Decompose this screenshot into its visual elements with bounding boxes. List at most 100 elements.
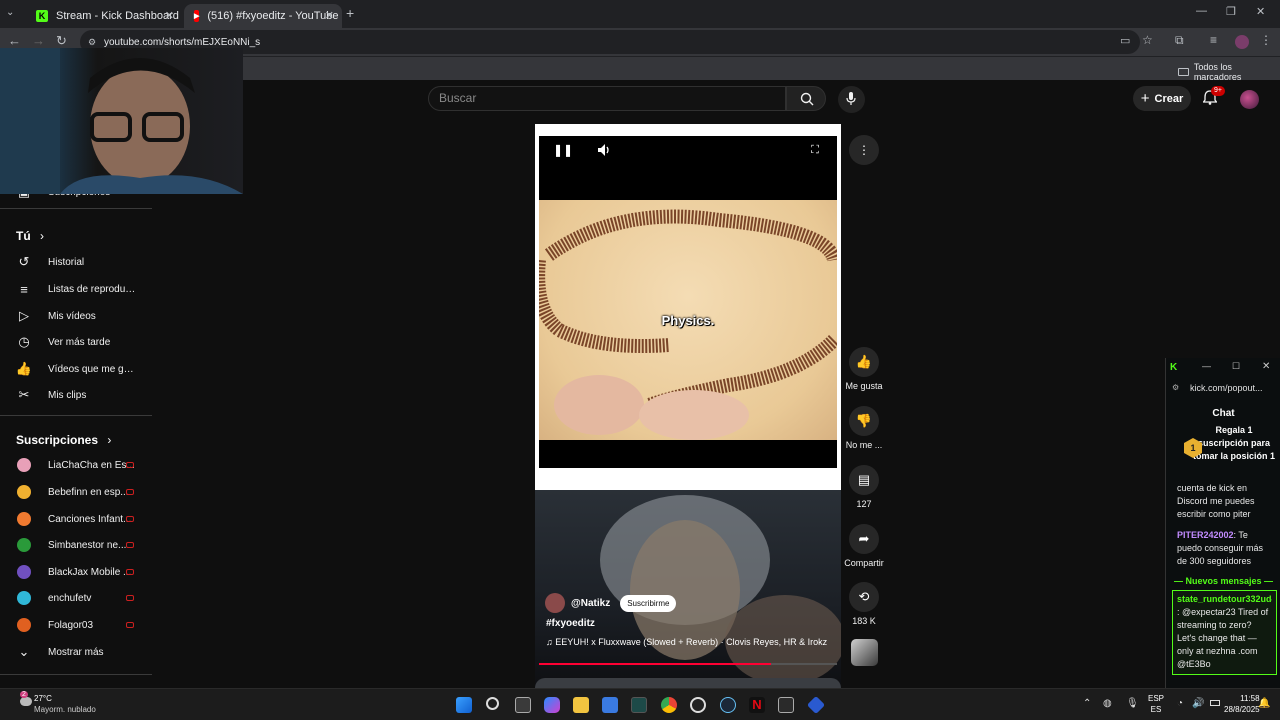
dislike-button[interactable]: 👎 No me ... [844, 406, 884, 450]
forward-icon[interactable]: → [32, 33, 45, 48]
sidebar-item-watch-later[interactable]: ◷ Ver más tarde [0, 329, 152, 355]
share-button[interactable]: ➦ Compartir [844, 524, 884, 568]
store-icon[interactable] [602, 697, 618, 713]
popup-close-icon[interactable]: ✕ [1262, 361, 1270, 372]
chat-username[interactable]: state_rundetour332ud4 [1177, 593, 1272, 606]
file-explorer-icon[interactable] [573, 697, 589, 713]
subscription-item[interactable]: Folagor03 [0, 612, 152, 638]
tray-microphone-icon[interactable]: 🎙 [1126, 698, 1139, 709]
playlist-icon: ≡ [20, 281, 28, 297]
popup-minimize-icon[interactable]: — [1202, 361, 1211, 371]
volume-icon[interactable]: 🔊 [1192, 698, 1204, 709]
steam-icon[interactable] [720, 697, 736, 713]
create-button[interactable]: + Crear [1133, 86, 1191, 111]
pause-button[interactable]: ❚❚ [551, 138, 575, 162]
task-view-icon[interactable] [515, 697, 531, 713]
hashtag[interactable]: #fxyoeditz [546, 618, 595, 629]
sidebar-item-liked-videos[interactable]: 👍 Vídeos que me gus... [0, 356, 152, 382]
comments-button[interactable]: ▤ 127 [844, 465, 884, 509]
close-tab-icon[interactable]: ✕ [325, 9, 334, 22]
fullscreen-button[interactable]: ⛶ [803, 138, 827, 162]
obs-icon[interactable] [690, 697, 706, 713]
cast-icon[interactable]: ▭ [1120, 34, 1130, 47]
remix-count: 183 K [852, 616, 876, 626]
new-messages-divider[interactable]: — Nuevos mensajes — [1166, 576, 1280, 586]
next-short-preview[interactable]: @Natikz Suscribirme #fxyoeditz ♫ EEYUH! … [535, 490, 841, 688]
media-controls-icon[interactable]: ≡ [1210, 33, 1217, 47]
notification-bell-icon[interactable]: 🔔 [1258, 698, 1270, 709]
subscription-item[interactable]: BlackJax Mobile ... [0, 559, 152, 585]
site-info-icon[interactable]: ⚙ [88, 37, 96, 48]
progress-track[interactable] [539, 663, 837, 665]
search-icon[interactable] [486, 697, 499, 710]
section-you[interactable]: Tú › [16, 229, 44, 243]
kick-chat-popup[interactable]: K — ☐ ✕ ⚙ kick.com/popout... Chat Regala… [1165, 358, 1280, 688]
chat-username[interactable]: PITER242002 [1177, 530, 1234, 540]
netflix-icon[interactable]: N [749, 697, 765, 713]
back-icon[interactable]: ← [8, 33, 21, 48]
sound-thumbnail[interactable] [851, 639, 878, 666]
app-icon[interactable] [806, 695, 826, 715]
tab-search-icon[interactable]: ⌄ [6, 7, 14, 18]
tab-youtube[interactable]: ▶ (516) #fxyoeditz - YouTube 🔊 ✕ [184, 4, 342, 28]
start-windows-icon[interactable] [456, 697, 472, 713]
notifications-button[interactable]: 9+ [1202, 86, 1225, 108]
like-button[interactable]: 👍 Me gusta [844, 347, 884, 391]
sidebar-item-playlists[interactable]: ≡ Listas de reproducc... [0, 276, 152, 302]
tab-title: (516) #fxyoeditz - YouTube [207, 10, 339, 22]
following-short-edge [535, 678, 841, 688]
close-tab-icon[interactable]: ✕ [165, 9, 174, 22]
more-options-button[interactable]: ⋮ [849, 135, 879, 165]
sidebar-item-my-videos[interactable]: ▷ Mis vídeos [0, 303, 152, 329]
search-button[interactable] [786, 86, 826, 111]
tab-title: Stream - Kick Dashboard [56, 10, 179, 22]
profile-avatar[interactable] [1235, 35, 1249, 49]
tray-overflow-icon[interactable]: ⌃ [1083, 698, 1091, 709]
short-player[interactable]: Physics. ❚❚ ⛶ [535, 124, 841, 490]
subscription-item[interactable]: LiaChaCha en Es... [0, 452, 152, 478]
sidebar-item-clips[interactable]: ✂ Mis clips [0, 382, 152, 408]
tray-network-activity-icon[interactable]: ◍ [1103, 698, 1112, 709]
terminal-icon[interactable] [631, 697, 647, 713]
new-tab-icon[interactable]: + [346, 5, 354, 21]
clock[interactable]: 11:58 28/8/2025 [1224, 693, 1260, 715]
bookmark-star-icon[interactable]: ☆ [1142, 33, 1153, 47]
subscription-item[interactable]: Canciones Infant... [0, 506, 152, 532]
history-icon: ↺ [18, 254, 30, 269]
sidebar-item-history[interactable]: ↺ Historial [0, 249, 152, 275]
battery-icon[interactable] [1210, 700, 1220, 706]
section-subscriptions[interactable]: Suscripciones › [16, 433, 111, 447]
maximize-window-icon[interactable]: ❐ [1226, 5, 1236, 18]
remix-button[interactable]: ⟲ 183 K [844, 582, 884, 626]
subscription-item[interactable]: Simbanestor ne... [0, 532, 152, 558]
browser-menu-icon[interactable]: ⋮ [1260, 33, 1272, 47]
tab-kick-dashboard[interactable]: K Stream - Kick Dashboard ✕ [26, 4, 182, 28]
subscribe-button[interactable]: Suscribirme [620, 594, 677, 612]
voice-search-button[interactable] [838, 86, 865, 113]
all-bookmarks[interactable]: Todos los marcadores [1178, 62, 1280, 82]
chrome-icon[interactable] [661, 697, 677, 713]
channel-avatar[interactable] [545, 593, 565, 613]
close-window-icon[interactable]: ✕ [1256, 5, 1265, 18]
language-indicator[interactable]: ESP ES [1148, 693, 1164, 715]
volume-button[interactable] [593, 138, 617, 162]
subscription-item[interactable]: Bebefinn en esp... [0, 479, 152, 505]
popup-maximize-icon[interactable]: ☐ [1232, 361, 1240, 372]
pinned-gift-banner[interactable]: Regala 1 suscripción para tomar la posic… [1192, 424, 1276, 466]
kick-logo-icon: K [1170, 362, 1178, 373]
minimize-window-icon[interactable]: — [1196, 5, 1207, 17]
video-area[interactable]: Physics. ❚❚ ⛶ [539, 136, 837, 468]
epic-games-icon[interactable] [778, 697, 794, 713]
reload-icon[interactable]: ↻ [56, 33, 67, 49]
extensions-icon[interactable]: ⧉ [1175, 33, 1184, 48]
site-info-icon[interactable]: ⚙ [1172, 383, 1179, 392]
copilot-icon[interactable] [544, 697, 560, 713]
wifi-icon[interactable]: ◔ [1177, 698, 1183, 709]
account-avatar[interactable] [1240, 90, 1259, 109]
channel-name[interactable]: @Natikz [571, 598, 610, 609]
streamer-webcam-image [0, 48, 243, 194]
music-row[interactable]: ♫ EEYUH! x Fluxxwave (Slowed + Reverb) ·… [546, 637, 836, 647]
search-input[interactable]: Buscar [428, 86, 786, 111]
show-more-button[interactable]: ⌄ Mostrar más [0, 639, 152, 665]
subscription-item[interactable]: enchufetv [0, 585, 152, 611]
